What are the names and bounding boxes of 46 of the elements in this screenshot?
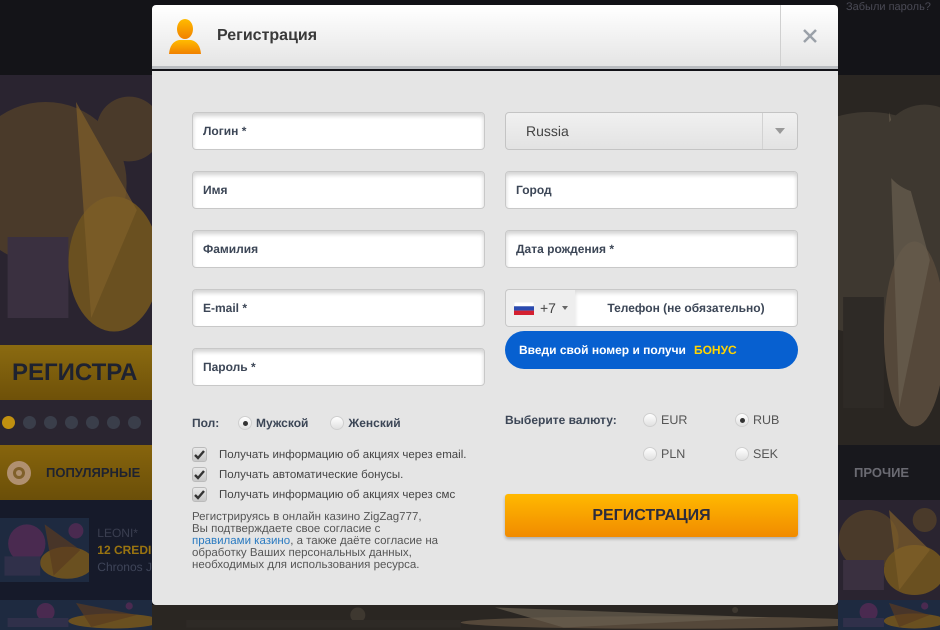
radio-label[interactable]: EUR bbox=[661, 413, 688, 427]
country-select[interactable]: Russia bbox=[505, 112, 798, 150]
radio-button[interactable] bbox=[735, 447, 749, 461]
checkbox[interactable] bbox=[192, 487, 207, 502]
radio-label[interactable]: SEK bbox=[753, 447, 778, 461]
caret-icon bbox=[775, 128, 785, 134]
checkbox[interactable] bbox=[192, 447, 207, 462]
category-tab[interactable]: ПРОЧИЕ bbox=[854, 465, 910, 480]
input-field[interactable]: Город bbox=[505, 171, 798, 209]
user-icon bbox=[169, 18, 201, 54]
radio-label[interactable]: Женский bbox=[348, 416, 401, 430]
radio-label[interactable]: PLN bbox=[661, 447, 686, 461]
radio-button[interactable] bbox=[643, 447, 657, 461]
input-field[interactable]: Пароль * bbox=[192, 348, 485, 386]
checkbox-label: Получать автоматические бонусы. bbox=[219, 468, 404, 480]
radio-button[interactable] bbox=[643, 413, 657, 427]
game-prize: 12 CREDI bbox=[97, 543, 152, 557]
chip-icon bbox=[6, 460, 32, 486]
radio-button[interactable] bbox=[238, 416, 252, 430]
checkbox[interactable] bbox=[192, 467, 207, 482]
input-field[interactable]: Имя bbox=[192, 171, 485, 209]
carousel-dot[interactable] bbox=[23, 416, 36, 429]
radio-label[interactable]: RUB bbox=[753, 413, 780, 427]
checkbox-label: Получать информацию об акциях через смс bbox=[219, 488, 456, 500]
legal-text: Регистрируясь в онлайн казино ZigZag777, Вы подтверждаете свое согласие с правилами казино, а также даёте согласие на обработку Ваших персональных данных, необходимых для использования ресурса. bbox=[192, 511, 440, 571]
carousel-dot[interactable] bbox=[2, 416, 15, 429]
input-field[interactable]: Логин * bbox=[192, 112, 485, 150]
carousel-dot[interactable] bbox=[128, 416, 141, 429]
carousel-dot[interactable] bbox=[65, 416, 78, 429]
input-field[interactable]: E-mail * bbox=[192, 289, 485, 327]
checkbox-label: Получать информацию об акциях через email. bbox=[219, 448, 466, 460]
radio-button[interactable] bbox=[330, 416, 344, 430]
dialog-title: Регистрация bbox=[217, 26, 318, 44]
bonus-promo-banner: Введи свой номер и получи БОНУС bbox=[505, 331, 798, 369]
rules-link[interactable]: правилами казино bbox=[192, 535, 290, 547]
carousel-dot[interactable] bbox=[107, 416, 120, 429]
carousel-dot[interactable] bbox=[86, 416, 99, 429]
currency-label: Выберите валюту: bbox=[505, 413, 618, 427]
close-icon bbox=[802, 28, 816, 42]
input-field[interactable]: Фамилия bbox=[192, 230, 485, 268]
input-field[interactable]: Дата рождения * bbox=[505, 230, 798, 268]
radio-button[interactable] bbox=[735, 413, 749, 427]
carousel-dot[interactable] bbox=[44, 416, 57, 429]
radio-label[interactable]: Мужской bbox=[256, 416, 308, 430]
gender-label: Пол: bbox=[192, 416, 220, 430]
register-button[interactable]: РЕГИСТРАЦИЯ bbox=[505, 494, 798, 537]
